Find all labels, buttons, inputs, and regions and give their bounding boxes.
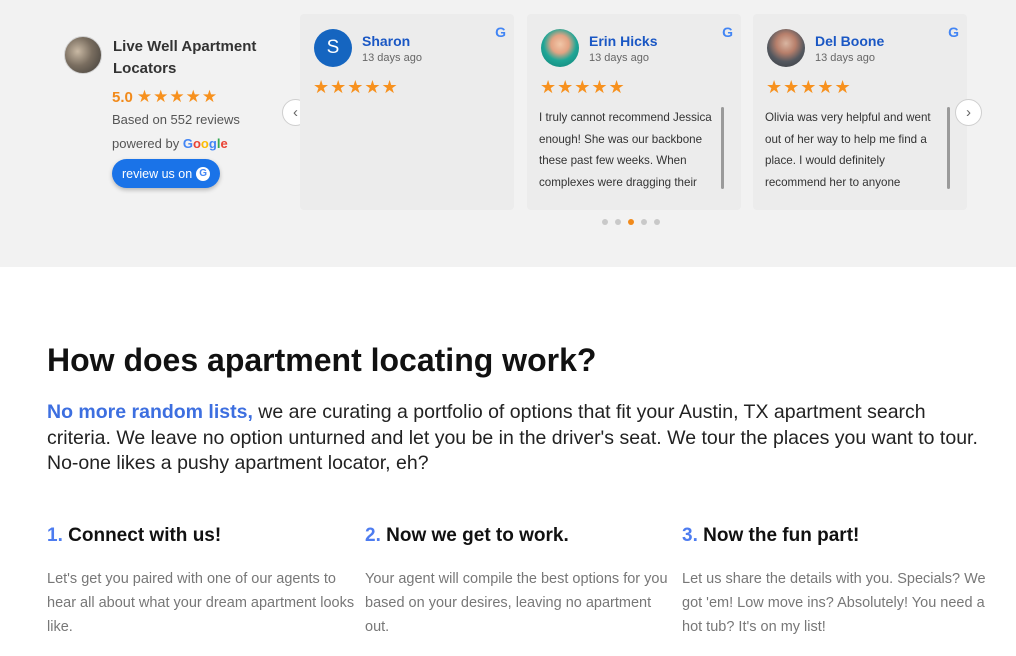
step-connect: 1. Connect with us! Let's get you paired… [47, 525, 357, 639]
review-stars: ★★★★★ [766, 77, 852, 97]
reviewer-name[interactable]: Del Boone [815, 33, 884, 49]
google-icon: G [722, 24, 733, 40]
page-title: How does apartment locating work? [47, 342, 597, 378]
reviewer-name[interactable]: Erin Hicks [589, 33, 657, 49]
step-work: 2. Now we get to work. Your agent will c… [365, 525, 675, 639]
review-text: I truly cannot recommend Jessica enough!… [539, 111, 712, 189]
rating-stars: ★★★★★ [136, 87, 219, 106]
carousel-dot[interactable] [602, 219, 608, 225]
step-description: Let's get you paired with one of our age… [47, 571, 355, 635]
google-icon: G [948, 24, 959, 40]
powered-by-google: powered by Google [112, 136, 228, 151]
review-date: 13 days ago [589, 51, 649, 64]
reviewer-avatar [767, 29, 805, 67]
review-stars: ★★★★★ [313, 77, 399, 97]
review-count: Based on 552 reviews [112, 112, 240, 127]
review-date: 13 days ago [362, 51, 422, 64]
carousel-dot[interactable] [615, 219, 621, 225]
review-scrollbar[interactable] [721, 107, 724, 189]
chevron-left-icon: ‹ [293, 104, 298, 121]
step-title: 2. Now we get to work. [365, 525, 569, 546]
reviews-summary: Live Well Apartment Locators 5.0 ★★★★★ B… [64, 36, 284, 188]
business-name: Live Well Apartment Locators [113, 38, 257, 77]
step-number: 3. [682, 525, 698, 546]
step-title: 1. Connect with us! [47, 525, 222, 546]
step-description: Let us share the details with you. Speci… [682, 571, 986, 635]
review-card: Erin Hicks 13 days ago G ★★★★★ I truly c… [527, 14, 741, 210]
carousel-pagination [602, 219, 667, 225]
google-icon: G [196, 166, 211, 181]
review-date: 13 days ago [815, 51, 875, 64]
step-fun: 3. Now the fun part! Let us share the de… [682, 525, 992, 639]
reviewer-name[interactable]: Sharon [362, 33, 422, 49]
intro-paragraph: No more random lists, we are curating a … [47, 400, 982, 477]
chevron-right-icon: › [966, 104, 971, 121]
google-wordmark: Google [182, 136, 228, 151]
review-card: S Sharon 13 days ago G ★★★★★ [300, 14, 514, 210]
reviews-widget: Live Well Apartment Locators 5.0 ★★★★★ B… [0, 0, 1016, 267]
review-stars: ★★★★★ [540, 77, 626, 97]
step-number: 1. [47, 525, 63, 546]
google-icon: G [495, 24, 506, 40]
review-text: Olivia was very helpful and went out of … [765, 111, 931, 189]
review-us-button[interactable]: review us on G [112, 159, 221, 188]
intro-highlight: No more random lists, [47, 401, 253, 423]
step-title: 3. Now the fun part! [682, 525, 860, 546]
carousel-dot[interactable] [654, 219, 660, 225]
review-card: Del Boone 13 days ago G ★★★★★ Olivia was… [753, 14, 967, 210]
step-description: Your agent will compile the best options… [365, 571, 668, 635]
reviewer-avatar: S [314, 29, 352, 67]
review-scrollbar[interactable] [947, 107, 950, 189]
rating-value: 5.0 [112, 88, 133, 106]
carousel-next-button[interactable]: › [955, 99, 982, 126]
carousel-dot[interactable] [628, 219, 634, 225]
carousel-dot[interactable] [641, 219, 647, 225]
business-avatar [64, 36, 102, 74]
reviewer-avatar [541, 29, 579, 67]
step-number: 2. [365, 525, 381, 546]
